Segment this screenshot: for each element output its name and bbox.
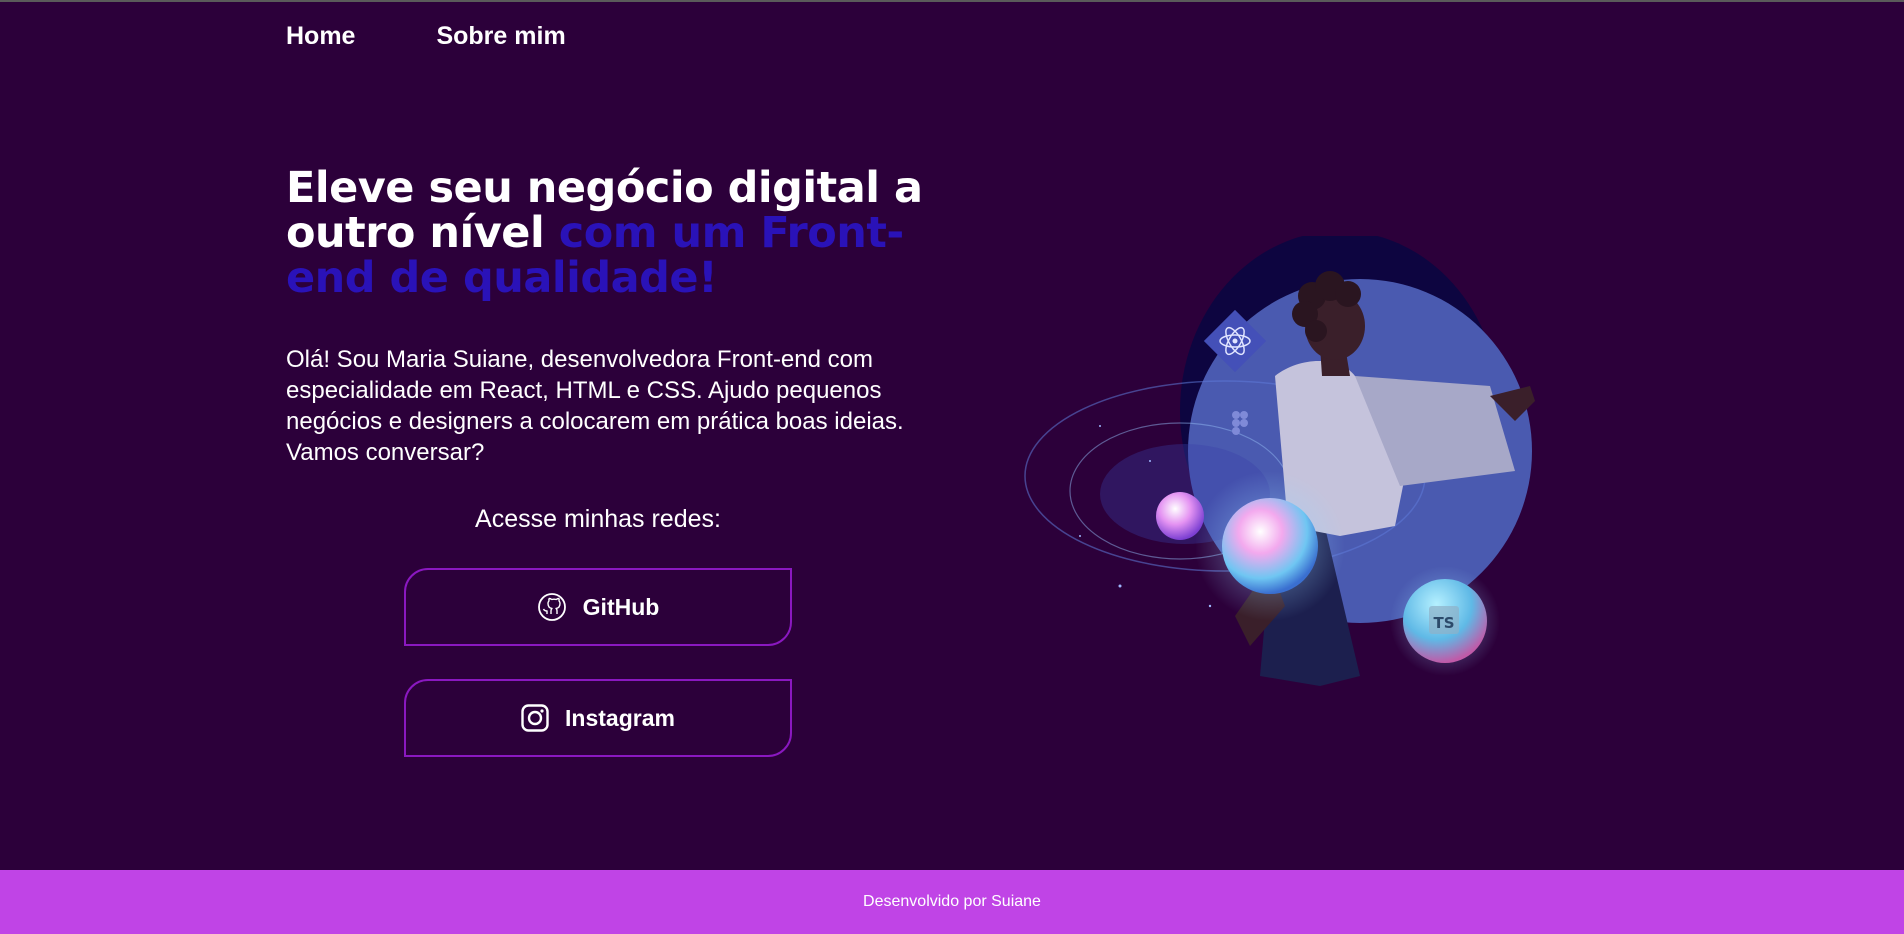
top-border-line xyxy=(0,0,1904,2)
github-label: GitHub xyxy=(582,593,660,620)
footer-credit: Desenvolvido por Suiane xyxy=(863,893,1041,910)
orb-small xyxy=(1156,492,1204,540)
github-button[interactable]: GitHub xyxy=(404,568,792,646)
typescript-orb: TS xyxy=(1390,566,1500,676)
top-nav: Home Sobre mim xyxy=(286,22,566,51)
nav-home-link[interactable]: Home xyxy=(286,22,355,51)
instagram-button[interactable]: Instagram xyxy=(404,679,792,757)
ts-badge-label: TS xyxy=(1433,614,1454,632)
developer-illustration: TS xyxy=(1020,231,1560,696)
instagram-icon xyxy=(521,704,549,732)
footer: Desenvolvido por Suiane xyxy=(0,870,1904,934)
networks-label: Acesse minhas redes: xyxy=(475,505,721,533)
intro-paragraph: Olá! Sou Maria Suiane, desenvolvedora Fr… xyxy=(286,346,904,466)
nav-about-link[interactable]: Sobre mim xyxy=(436,22,565,51)
hero-title: Eleve seu negócio digital a outro nível … xyxy=(286,166,926,301)
github-icon xyxy=(537,592,567,622)
instagram-label: Instagram xyxy=(565,704,675,731)
orb-large xyxy=(1222,498,1318,594)
